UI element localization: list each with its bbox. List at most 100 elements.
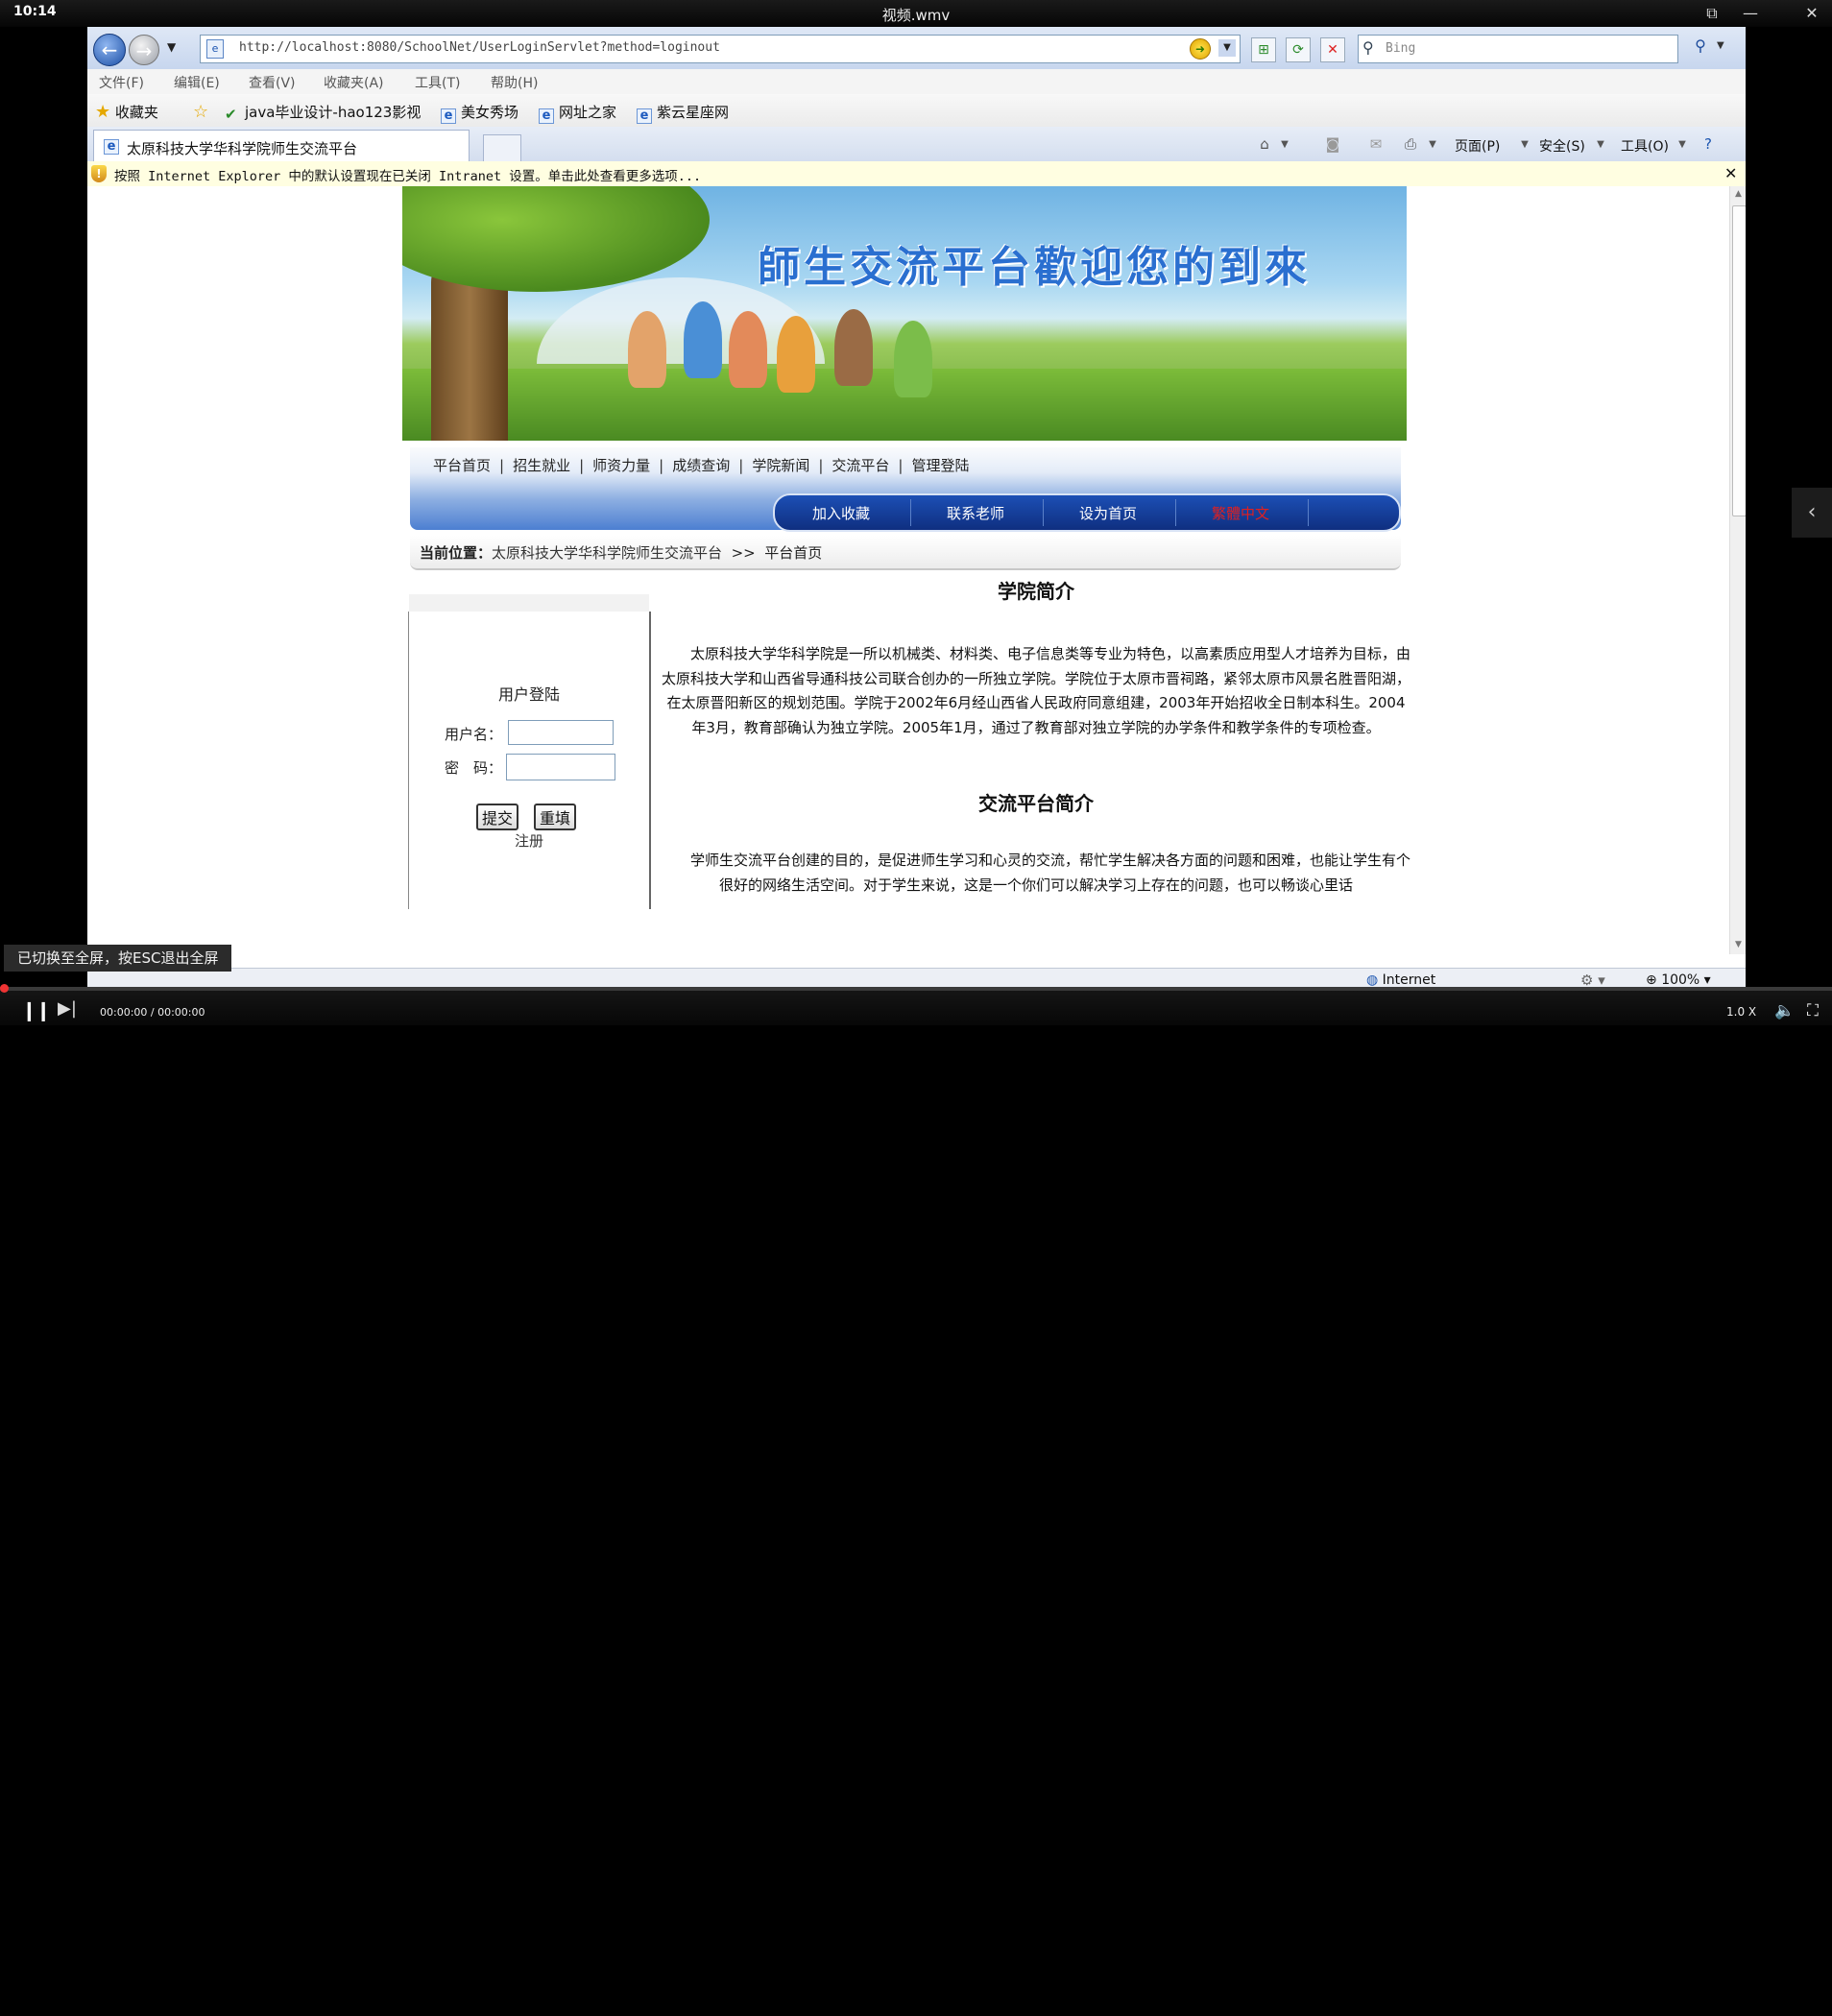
volume-icon[interactable]: 🔈 (1774, 1001, 1795, 1020)
home-dropdown[interactable]: ▼ (1274, 139, 1295, 158)
chevron-left-icon: ‹ (1807, 500, 1817, 524)
favorite-link-4[interactable]: e 紫云星座网 (637, 102, 729, 124)
vertical-scrollbar[interactable]: ▲ ▼ (1729, 186, 1746, 954)
menu-help[interactable]: 帮助(H) (491, 73, 538, 92)
safety-dropdown[interactable]: ▼ (1590, 139, 1611, 158)
menu-file[interactable]: 文件(F) (99, 73, 144, 92)
fullscreen-icon[interactable]: ⛶ (1807, 1001, 1819, 1020)
stop-button[interactable]: ✕ (1320, 37, 1345, 62)
print-icon[interactable]: ⎙ (1400, 135, 1421, 155)
platform-intro-text: 学师生交流平台创建的目的，是促进师生学习和心灵的交流，帮忙学生解决各方面的问题和… (690, 852, 1411, 894)
new-tab-button[interactable] (483, 134, 521, 162)
college-intro-title: 学院简介 (998, 580, 1074, 603)
compatibility-icon: ⊞ (1258, 42, 1269, 58)
nav-news[interactable]: 学院新闻 (752, 455, 809, 475)
next-track-icon[interactable]: ▶| (58, 998, 77, 1019)
sub-navigation: 加入收藏 联系老师 设为首页 繁體中文 (773, 493, 1401, 532)
menu-view[interactable]: 查看(V) (249, 73, 296, 92)
safety-menu[interactable]: 安全(S) (1539, 136, 1585, 156)
minimize-icon[interactable]: — (1736, 2, 1765, 25)
background-taskbar (92, 1983, 1696, 2016)
search-icon: ⚲ (1695, 36, 1706, 55)
favorites-bar: ★ 收藏夹 ☆ ✔ java毕业设计-hao123影视 e 美女秀场 e 网址之家 e… (87, 94, 1746, 128)
search-placeholder[interactable]: Bing (1386, 41, 1415, 56)
nav-admin-login[interactable]: 管理登陆 (911, 455, 969, 475)
feeds-icon[interactable]: ◙ (1322, 135, 1343, 155)
page-dropdown[interactable]: ▼ (1514, 139, 1535, 158)
menu-edit[interactable]: 编辑(E) (174, 73, 220, 92)
login-panel: 用户登陆 用户名： 密 码： 提交 重填 注册 (408, 594, 651, 909)
go-button[interactable]: ➜ (1190, 38, 1211, 60)
close-info-bar-icon[interactable]: ✕ (1724, 164, 1737, 182)
ie-page-icon: e (104, 139, 119, 155)
search-options-dropdown[interactable]: ▼ (1717, 40, 1724, 51)
playback-speed[interactable]: 1.0 X (1726, 1005, 1756, 1019)
help-icon[interactable]: ? (1698, 135, 1719, 155)
search-provider-icon: ⚲ (1362, 38, 1374, 57)
nav-faculty[interactable]: 师资力量 (592, 455, 650, 475)
reset-button[interactable]: 重填 (534, 804, 577, 830)
set-homepage-link[interactable]: 设为首页 (1042, 503, 1174, 523)
search-button[interactable]: ⚲ (1689, 36, 1712, 60)
address-dropdown[interactable]: ▼ (1218, 39, 1236, 57)
tools-menu[interactable]: 工具(O) (1621, 136, 1669, 156)
scroll-down-icon[interactable]: ▼ (1730, 937, 1746, 953)
scroll-up-icon[interactable]: ▲ (1730, 186, 1746, 203)
scrollbar-thumb[interactable] (1732, 205, 1746, 516)
page-menu[interactable]: 页面(P) (1455, 136, 1500, 156)
traditional-chinese-link[interactable]: 繁體中文 (1174, 503, 1307, 523)
favorite-link-3[interactable]: e 网址之家 (539, 102, 616, 124)
nav-exchange[interactable]: 交流平台 (832, 455, 889, 475)
contact-teacher-link[interactable]: 联系老师 (909, 503, 1042, 523)
add-favorite-button[interactable]: ☆ (193, 102, 208, 122)
favorite-link-1[interactable]: ✔ java毕业设计-hao123影视 (225, 102, 421, 123)
favorites-button[interactable]: ★ 收藏夹 (95, 102, 158, 122)
refresh-icon: ⟳ (1292, 42, 1304, 58)
compatibility-view-button[interactable]: ⊞ (1251, 37, 1276, 62)
add-to-favorites-link[interactable]: 加入收藏 (775, 503, 907, 523)
nav-grades[interactable]: 成绩查询 (672, 455, 730, 475)
favorite-link-2[interactable]: e 美女秀场 (441, 102, 518, 124)
submit-button[interactable]: 提交 (476, 804, 519, 830)
pause-icon[interactable]: ❙❙ (21, 998, 51, 1021)
zoom-icon: ⊕ (1646, 972, 1657, 988)
history-dropdown[interactable]: ▼ (167, 40, 176, 54)
breadcrumb-site-link[interactable]: 太原科技大学华科学院师生交流平台 (492, 544, 722, 562)
tab-current[interactable]: e 太原科技大学华科学院师生交流平台 (93, 130, 470, 162)
globe-icon: ◍ (1366, 972, 1379, 988)
tab-label: 太原科技大学华科学院师生交流平台 (127, 140, 358, 157)
nav-admissions[interactable]: 招生就业 (513, 455, 570, 475)
close-icon[interactable]: ✕ (1797, 2, 1826, 25)
address-bar[interactable]: e http://localhost:8080/SchoolNet/UserLo… (200, 35, 1241, 63)
refresh-button[interactable]: ⟳ (1286, 37, 1311, 62)
nav-separator: | (579, 457, 585, 474)
menu-favorites[interactable]: 收藏夹(A) (324, 73, 384, 92)
side-panel-toggle[interactable]: ‹ (1792, 488, 1832, 538)
go-arrow-icon: ➜ (1194, 42, 1206, 56)
mail-icon[interactable]: ✉ (1365, 135, 1386, 155)
password-input[interactable] (506, 754, 615, 780)
back-button[interactable]: ← (93, 34, 126, 66)
zoom-control[interactable]: ⊕ 100% ▾ (1646, 972, 1711, 988)
information-bar[interactable]: ! 按照 Internet Explorer 中的默认设置现在已关闭 Intra… (87, 161, 1746, 187)
progress-handle[interactable] (0, 984, 9, 993)
username-input[interactable] (508, 720, 614, 745)
security-zone[interactable]: ◍ Internet (1366, 972, 1435, 988)
banner-image: 師生交流平台歡迎您的到來 (402, 186, 1407, 441)
password-label: 密 码： (445, 759, 503, 777)
breadcrumb-label: 当前位置： (420, 544, 493, 562)
address-url[interactable]: http://localhost:8080/SchoolNet/UserLogi… (239, 40, 720, 55)
print-dropdown[interactable]: ▼ (1422, 139, 1443, 158)
arrow-left-icon: ← (101, 38, 118, 61)
tools-dropdown[interactable]: ▼ (1672, 139, 1693, 158)
menu-tools[interactable]: 工具(T) (415, 73, 460, 92)
restore-icon[interactable]: ⧉ (1698, 2, 1726, 25)
search-box[interactable]: ⚲ Bing (1358, 35, 1678, 63)
progress-bar[interactable] (0, 987, 1832, 991)
nav-home[interactable]: 平台首页 (433, 455, 491, 475)
banner-child (628, 311, 666, 388)
forward-button[interactable]: → (129, 35, 159, 65)
information-bar-text[interactable]: 按照 Internet Explorer 中的默认设置现在已关闭 Intrane… (114, 165, 701, 184)
register-link[interactable]: 注册 (409, 830, 649, 851)
home-icon[interactable]: ⌂ (1254, 135, 1275, 155)
